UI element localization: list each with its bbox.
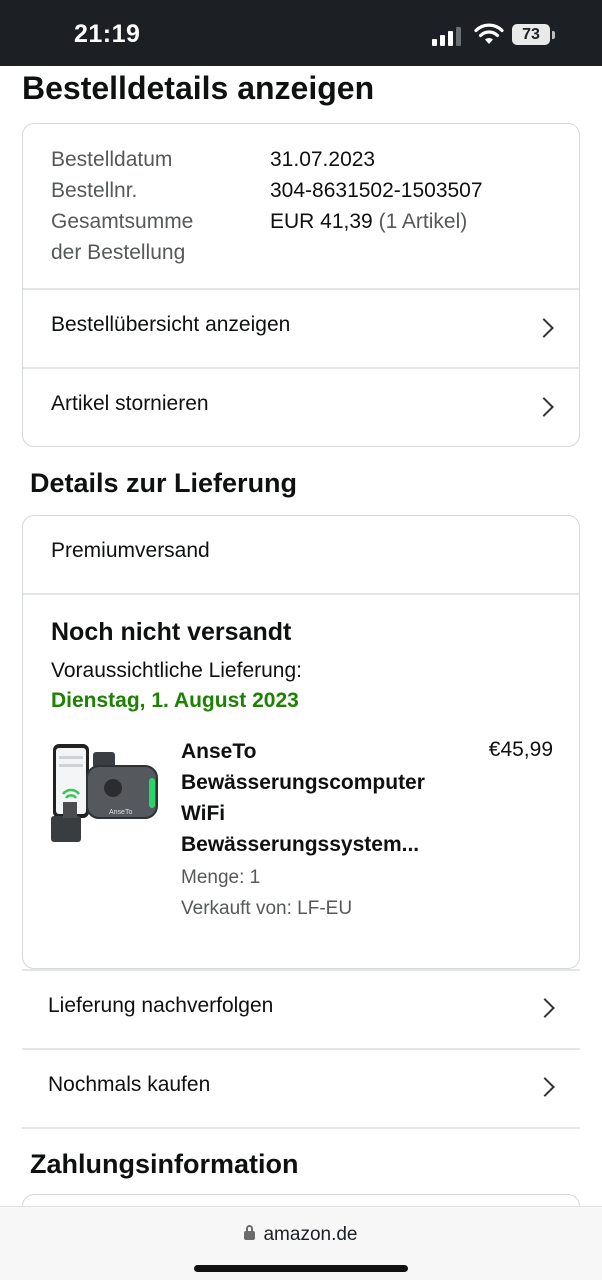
order-date-label: Bestelldatum bbox=[51, 148, 173, 171]
track-delivery-label: Lieferung nachverfolgen bbox=[48, 994, 274, 1017]
product-title-line: Bewässerungscomputer bbox=[181, 771, 425, 794]
order-date-value: 31.07.2023 bbox=[270, 148, 376, 171]
product-title-line: Bewässerungssystem... bbox=[181, 833, 420, 856]
product-title-line: AnseTo bbox=[181, 740, 257, 763]
product-quantity: Menge: 1 bbox=[181, 867, 261, 888]
chevron-right-icon bbox=[534, 318, 554, 338]
order-number-value: 304-8631502-1503507 bbox=[270, 179, 483, 202]
product-seller: Verkauft von: LF-EU bbox=[181, 898, 353, 919]
expected-delivery-date: Dienstag, 1. August 2023 bbox=[51, 689, 299, 712]
expected-delivery-label: Voraussichtliche Lieferung: bbox=[51, 659, 302, 682]
order-total-amount: EUR 41,39 bbox=[270, 210, 373, 233]
buy-again-label: Nochmals kaufen bbox=[48, 1073, 211, 1096]
shipment-status: Noch nicht versandt bbox=[51, 618, 292, 646]
delivery-section-title: Details zur Lieferung bbox=[30, 468, 298, 498]
chevron-right-icon bbox=[535, 1077, 555, 1097]
buy-again-row[interactable]: Nochmals kaufen bbox=[22, 1049, 580, 1128]
product-title-line: WiFi bbox=[181, 802, 226, 825]
order-number-label: Bestellnr. bbox=[51, 179, 138, 202]
order-summary-card: Bestelldatum 31.07.2023 Bestellnr. 304-8… bbox=[22, 123, 580, 447]
page-title: Bestelldetails anzeigen bbox=[22, 70, 375, 106]
wifi-icon bbox=[474, 23, 504, 44]
cellular-signal-icon bbox=[432, 26, 462, 46]
chevron-right-icon bbox=[535, 998, 555, 1018]
status-bar: 21:19 73 bbox=[0, 0, 602, 66]
product-image[interactable]: AnseTo bbox=[51, 744, 159, 846]
battery-tip bbox=[552, 31, 555, 39]
order-total-value: EUR 41,39 (1 Artikel) bbox=[270, 206, 467, 237]
lock-icon bbox=[244, 1225, 256, 1240]
delivery-card: Premiumversand Noch nicht versandt Vorau… bbox=[22, 515, 580, 969]
product-price: €45,99 bbox=[488, 738, 553, 761]
track-delivery-row[interactable]: Lieferung nachverfolgen bbox=[22, 970, 580, 1049]
order-total-label-line2: der Bestellung bbox=[51, 241, 186, 264]
payment-section-title: Zahlungsinformation bbox=[30, 1149, 299, 1179]
shipping-method: Premiumversand bbox=[51, 539, 210, 562]
chevron-right-icon bbox=[534, 397, 554, 417]
view-order-summary-label: Bestellübersicht anzeigen bbox=[51, 313, 291, 336]
divider bbox=[23, 593, 579, 595]
browser-address-bar[interactable]: amazon.de bbox=[0, 1206, 602, 1280]
divider bbox=[22, 1127, 580, 1129]
clock: 21:19 bbox=[74, 20, 141, 48]
url-text: amazon.de bbox=[263, 1224, 358, 1245]
battery-icon: 73 bbox=[512, 24, 550, 45]
product-title-link[interactable]: AnseTo Bewässerungscomputer WiFi Bewässe… bbox=[181, 736, 461, 860]
order-total-label-line1: Gesamtsumme bbox=[51, 210, 194, 233]
product-image-brand: AnseTo bbox=[109, 809, 132, 816]
cancel-items-label: Artikel stornieren bbox=[51, 392, 209, 415]
order-total-items: (1 Artikel) bbox=[378, 210, 468, 233]
cancel-items-row[interactable]: Artikel stornieren bbox=[23, 368, 579, 446]
view-order-summary-row[interactable]: Bestellübersicht anzeigen bbox=[23, 289, 579, 367]
url-display[interactable]: amazon.de bbox=[0, 1224, 602, 1246]
home-indicator[interactable] bbox=[194, 1265, 408, 1272]
